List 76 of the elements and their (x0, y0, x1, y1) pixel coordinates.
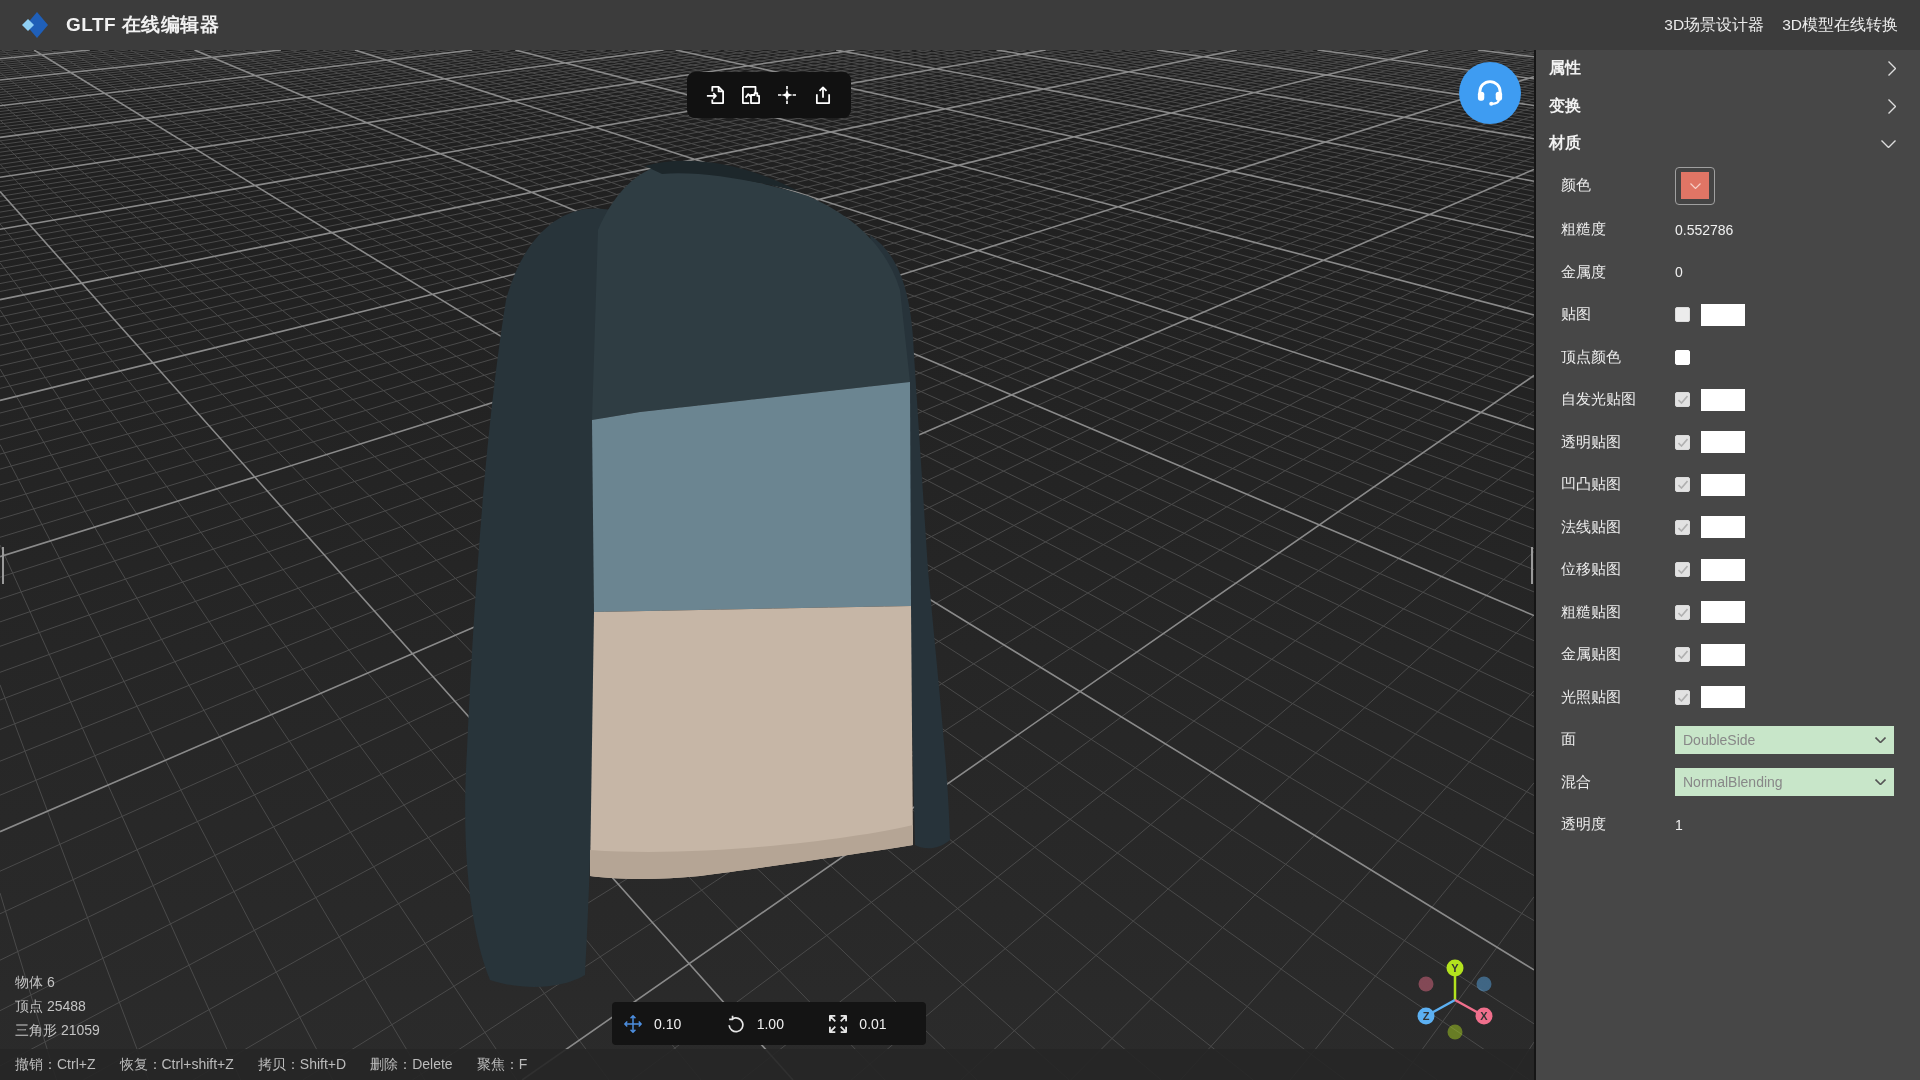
3d-viewport[interactable]: Y Z X 物体 6 顶点 25488 三角形 21059 0.10 1.00 0.01 撤销：Ctrl+Z 恢复：Ctrl+shift+Z 拷贝：Shift+D 删除：Delete 聚焦：F (0, 50, 1536, 1080)
nav-link[interactable]: 3D模型在线转换 (1782, 14, 1898, 36)
texture-slot[interactable] (1701, 686, 1745, 709)
move-icon[interactable] (624, 1014, 642, 1033)
texture-slot[interactable] (1701, 558, 1745, 581)
property-label: 粗糙贴图 (1561, 602, 1622, 622)
shortcut-hint: 撤销：Ctrl+Z (15, 1055, 96, 1074)
check-icon (1677, 692, 1688, 702)
property-label: 自发光贴图 (1561, 390, 1637, 410)
property-label: 透明度 (1561, 815, 1607, 835)
property-label: 金属度 (1561, 262, 1607, 282)
axis-handle[interactable]: X (1454, 998, 1493, 1025)
resize-handle[interactable] (1531, 547, 1533, 584)
rotate-icon[interactable] (726, 1014, 745, 1033)
texture-slot[interactable] (1701, 601, 1745, 624)
app-title: GLTF 在线编辑器 (66, 13, 220, 37)
property-label: 凹凸贴图 (1561, 475, 1622, 495)
color-picker[interactable] (1675, 166, 1715, 205)
texture-slot[interactable] (1701, 431, 1745, 454)
property-label: 顶点颜色 (1561, 347, 1622, 367)
check-icon (1677, 480, 1688, 490)
step-value: 1.00 (756, 1015, 784, 1032)
property-value: 1 (1675, 816, 1683, 833)
property-label: 透明贴图 (1561, 432, 1622, 452)
shortcut-hint: 删除：Delete (370, 1055, 453, 1074)
texture-slot[interactable] (1701, 303, 1745, 326)
texture-slot[interactable] (1701, 473, 1745, 496)
axis-handle[interactable]: Y (1446, 959, 1464, 1000)
crosshair-icon[interactable] (778, 86, 796, 104)
shortcut-hint: 恢复：Ctrl+shift+Z (119, 1055, 234, 1074)
stats-text: 物体 6 (15, 973, 56, 992)
expand-icon[interactable] (829, 1014, 848, 1033)
property-label: 粗糙度 (1561, 220, 1607, 240)
stats-text: 顶点 25488 (15, 997, 87, 1016)
texture-slot[interactable] (1701, 388, 1745, 411)
property-label: 光照贴图 (1561, 687, 1622, 707)
property-label: 混合 (1561, 772, 1592, 792)
texture-slot[interactable] (1701, 643, 1745, 666)
property-label: 颜色 (1561, 176, 1592, 195)
property-label: 金属贴图 (1561, 645, 1622, 665)
check-icon (1677, 522, 1688, 532)
nav-link[interactable]: 3D场景设计器 (1664, 14, 1765, 36)
shortcut-hint: 聚焦：F (476, 1055, 528, 1074)
check-icon (1677, 395, 1688, 405)
check-icon (1677, 650, 1688, 660)
caret-icon (1875, 779, 1886, 786)
property-label: 位移贴图 (1561, 560, 1622, 580)
headset-icon (1477, 80, 1503, 106)
step-value: 0.10 (654, 1015, 682, 1032)
resize-handle[interactable] (2, 547, 4, 584)
file-import-icon[interactable] (706, 86, 724, 104)
logo-icon (22, 12, 48, 38)
section-header[interactable]: 材质 (1536, 125, 1920, 163)
stats-text: 三角形 21059 (15, 1021, 100, 1040)
sweater-model[interactable] (465, 160, 950, 987)
property-value: 0 (1675, 264, 1683, 281)
upload-icon[interactable] (814, 86, 832, 104)
property-label: 贴图 (1561, 305, 1592, 325)
property-value: 0.552786 (1675, 221, 1734, 238)
check-icon (1677, 437, 1688, 447)
image-icon[interactable] (742, 86, 760, 104)
caret-icon (1689, 182, 1701, 189)
check-icon (1677, 607, 1688, 617)
axis-dot[interactable] (1418, 976, 1434, 992)
axis-dot[interactable] (1447, 1024, 1463, 1040)
caret-icon (1875, 736, 1886, 743)
texture-slot[interactable] (1701, 516, 1745, 539)
axis-handle[interactable]: Z (1417, 998, 1456, 1025)
property-label: 面 (1561, 730, 1577, 750)
shortcut-hint: 拷贝：Shift+D (257, 1055, 347, 1074)
step-value: 0.01 (859, 1015, 887, 1032)
axis-dot[interactable] (1476, 976, 1492, 992)
property-label: 法线贴图 (1561, 517, 1622, 537)
section-header[interactable]: 变换 (1536, 87, 1920, 125)
section-header[interactable]: 属性 (1536, 50, 1920, 88)
check-icon (1677, 565, 1688, 575)
